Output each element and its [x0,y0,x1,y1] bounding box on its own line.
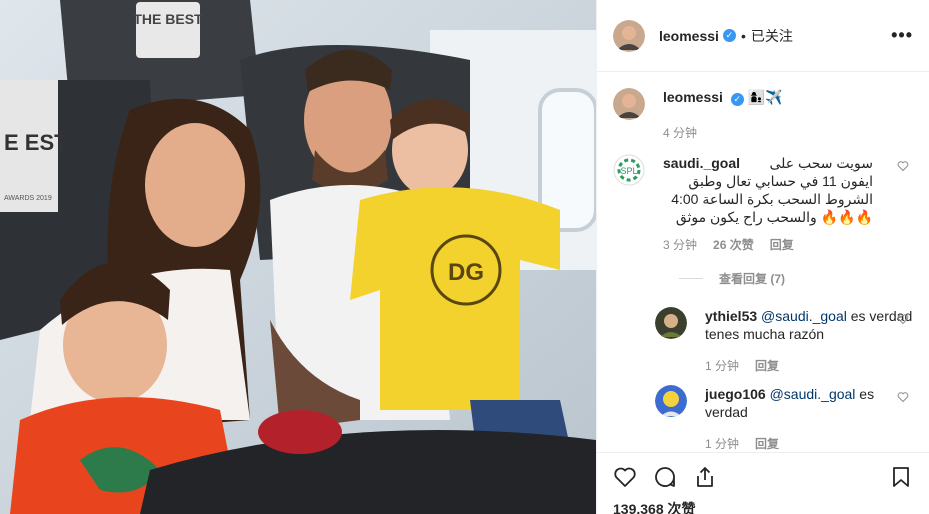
verified-icon: ✓ [722,29,736,42]
reply-body: juego106 @saudi._goal es verdad 1 分钟 回复 [705,385,913,452]
action-bar [613,461,913,493]
comment-text-line-end: والسحب راح يكون موثق [675,209,817,225]
svg-text:SPL: SPL [620,166,637,176]
reply-time[interactable]: 1 分钟 [705,357,739,375]
seat-text: THE BEST [133,11,203,27]
post-footer: 139,368 次赞 [597,452,929,514]
reply-body: ythiel53 @saudi._goal es verdad tenes mu… [705,307,913,375]
caption-username[interactable]: leomessi [663,89,723,105]
reply-meta: 1 分钟 回复 [705,435,913,452]
reply-time[interactable]: 1 分钟 [705,435,739,452]
reply: juego106 @saudi._goal es verdad 1 分钟 回复 [655,385,913,452]
view-replies-button[interactable]: 查看回复 (7) [679,270,913,287]
avatar[interactable] [613,88,645,120]
comment-time[interactable]: 3 分钟 [663,236,697,254]
comment-text-line: ايفون 11 في حسابي تعال وطبق [688,173,873,189]
heart-icon[interactable] [613,465,637,489]
reply-username[interactable]: juego106 [705,386,766,402]
reply: ythiel53 @saudi._goal es verdad tenes mu… [655,307,913,375]
reply-username[interactable]: ythiel53 [705,308,757,324]
comment: SPL saudi._goal سويت سحب على ايفون 11 في… [613,154,913,254]
share-icon[interactable] [693,465,717,489]
reply-mention[interactable]: @saudi._goal [761,308,847,324]
divider-line [679,278,703,279]
reply-mention[interactable]: @saudi._goal [770,386,856,402]
separator-dot: • [740,27,746,44]
comment-like-icon[interactable] [897,160,909,172]
reply-button[interactable]: 回复 [755,357,779,375]
comment-text-line: الشروط السحب بكرة الساعة 4:00 [671,191,873,207]
caption-time[interactable]: 4 分钟 [663,124,697,142]
avatar[interactable] [655,385,687,417]
post-dialog: THE BEST E EST AWARDS 2019 DG leomessi ✓… [0,0,929,514]
verified-icon: ✓ [730,93,744,106]
comment-meta: 3 分钟 26 次赞 回复 [663,236,913,254]
fire-emoji: 🔥🔥🔥 [820,209,873,225]
comment-likes[interactable]: 26 次赞 [713,236,754,254]
comment-icon[interactable] [653,465,677,489]
caption: leomessi ✓ 👩‍👦✈️ 4 分钟 [613,88,913,142]
comment-body: saudi._goal سويت سحب على ايفون 11 في حسا… [663,154,913,254]
follow-status-button[interactable]: 已关注 [751,26,793,46]
reply-like-icon[interactable] [897,313,909,325]
avatar[interactable] [655,307,687,339]
more-options-icon[interactable]: ••• [891,25,913,46]
seat-text-left: E EST [4,130,68,155]
reply-button[interactable]: 回复 [755,435,779,452]
caption-meta: 4 分钟 [663,124,913,142]
post-photo[interactable]: THE BEST E EST AWARDS 2019 DG [0,0,596,514]
bookmark-icon[interactable] [889,465,913,489]
view-replies-label: 查看回复 (7) [719,272,786,286]
reply-meta: 1 分钟 回复 [705,357,913,375]
comments-list[interactable]: leomessi ✓ 👩‍👦✈️ 4 分钟 SPL saudi._goal [597,72,929,452]
comment-username[interactable]: saudi._goal [663,155,740,171]
post-username[interactable]: leomessi [659,28,719,44]
reply-like-icon[interactable] [897,391,909,403]
comment-text-line: 🔥🔥🔥 والسحب راح يكون موثق [663,208,873,226]
shirt-logo-text: DG [448,259,484,286]
seat-text-small: AWARDS 2019 [4,195,52,202]
photo-illustration: THE BEST E EST AWARDS 2019 DG [0,0,596,514]
post-header: leomessi ✓ • 已关注 ••• [597,0,929,72]
caption-body: leomessi ✓ 👩‍👦✈️ 4 分钟 [663,88,913,142]
avatar[interactable]: SPL [613,154,645,186]
reply-button[interactable]: 回复 [770,236,794,254]
post-side-panel: leomessi ✓ • 已关注 ••• leomessi ✓ 👩‍👦✈️ 4 … [596,0,929,514]
caption-emoji: 👩‍👦✈️ [747,89,783,105]
likes-count[interactable]: 139,368 次赞 [613,499,913,514]
avatar[interactable] [613,19,645,52]
